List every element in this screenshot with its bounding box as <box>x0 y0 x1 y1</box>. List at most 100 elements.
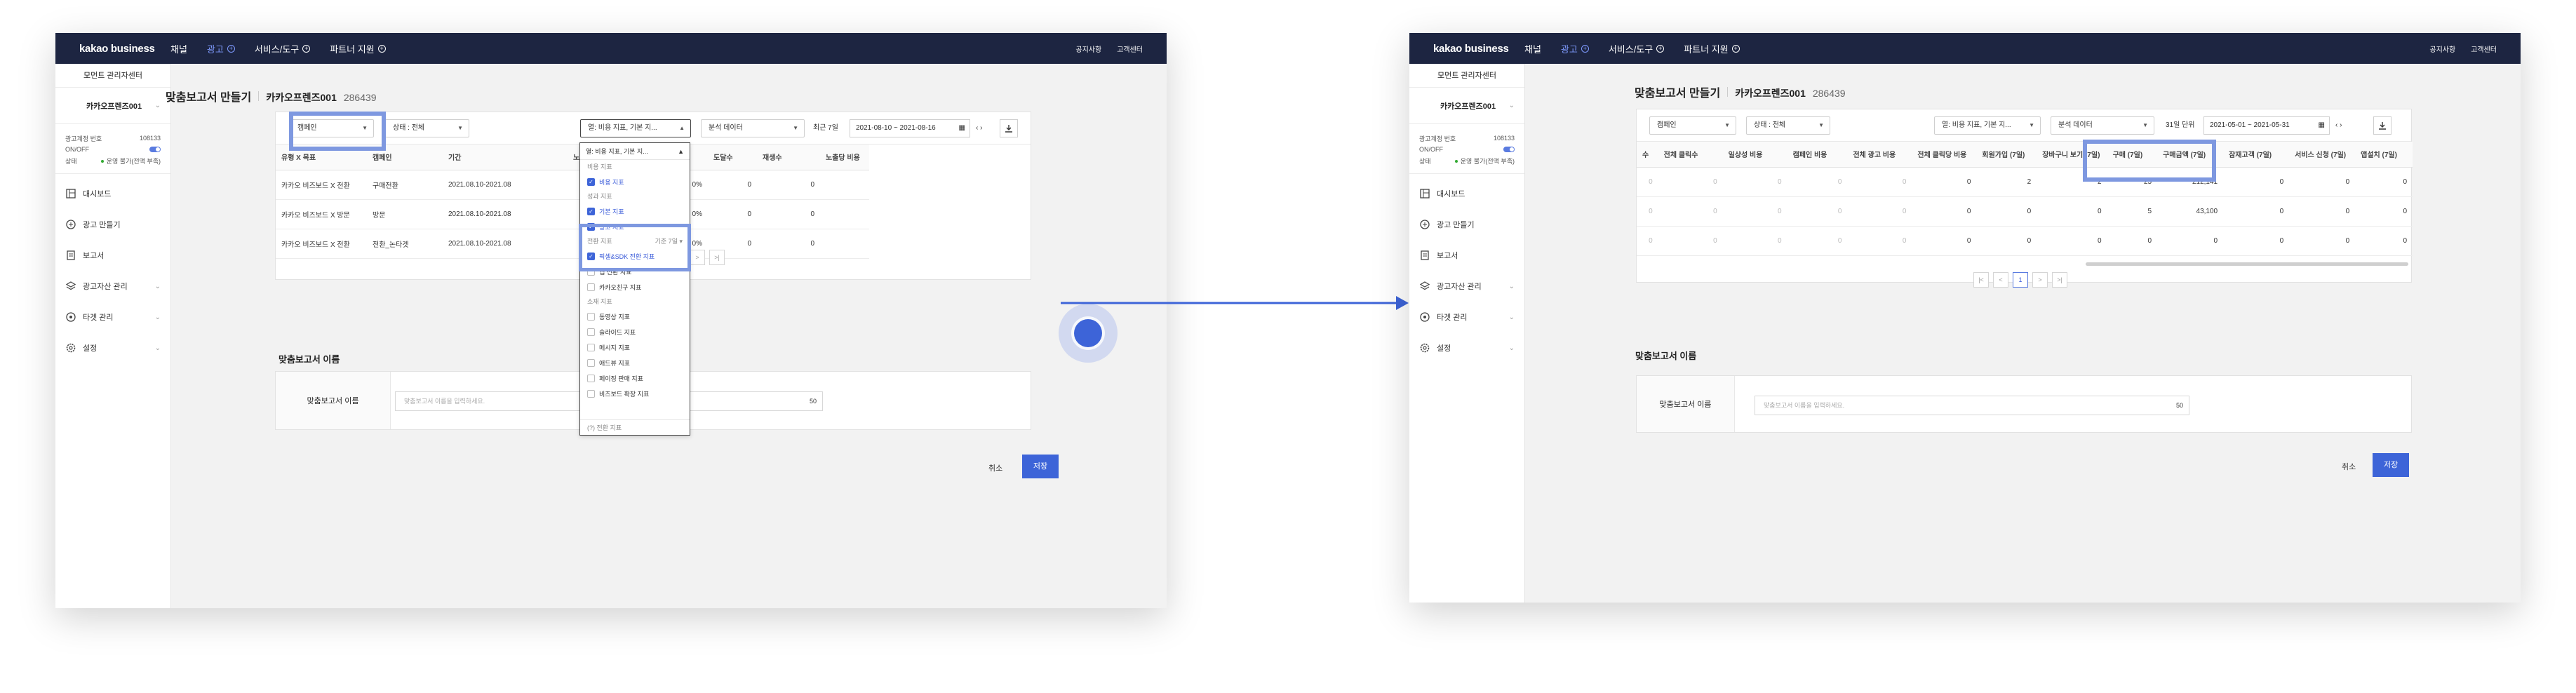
plus-icon: + <box>1581 44 1589 53</box>
column-header: 구매 (7일) <box>2107 142 2158 168</box>
column-header: 앱설치 (7일) <box>2355 142 2413 168</box>
table-cell: 0 <box>1637 167 1658 197</box>
screenshot-after: kakao business 채널 광고 + 서비스/도구 + 파트너 지원 + 공지… <box>1409 33 2521 603</box>
menu-dashboard[interactable]: 대시보드 <box>1409 178 1524 209</box>
account-info: 광고계정 번호 108133 ON/OFF 상태 운영 불가(전액 부족) <box>1409 124 1524 174</box>
table-cell: 0 <box>2289 196 2356 227</box>
table-cell: 0 <box>2037 226 2107 256</box>
calendar-icon: ▦ <box>2318 121 2325 129</box>
column-header: 잠재고객 (7일) <box>2223 142 2290 168</box>
table-cell: 0 <box>1637 226 1658 256</box>
menu-assets[interactable]: 광고자산 관리 ⌄ <box>1409 271 1524 302</box>
table-row[interactable]: 0 0 0 0 0 0 2 2 25 212,141 0 0 0 <box>1637 167 2413 197</box>
menu-create-ad[interactable]: 광고 만들기 <box>1409 209 1524 240</box>
table-cell: 0 <box>2289 226 2356 256</box>
table-cell: 0 <box>2157 226 2224 256</box>
report-name-input[interactable]: 맞춤보고서 이름을 입력하세요. 50 <box>1755 396 2189 415</box>
table-cell: 0 <box>1976 196 2037 227</box>
table-cell: 0 <box>1637 196 1658 227</box>
table-cell: 0 <box>1847 167 1912 197</box>
table-row[interactable]: 0000000000000 <box>1637 226 2413 256</box>
target-icon <box>1419 311 1430 323</box>
table-cell: 0 <box>1787 196 1848 227</box>
column-header: 회원가입 (7일) <box>1976 142 2037 168</box>
table-cell: 25 <box>2107 167 2158 197</box>
date-range-picker[interactable]: 2021-05-01 ~ 2021-05-31 ▦ <box>2203 116 2330 135</box>
download-button[interactable] <box>2373 116 2391 135</box>
chevron-down-icon: ⌄ <box>1508 282 1515 290</box>
table-cell: 0 <box>1787 167 1848 197</box>
account-selector[interactable]: 카카오프렌즈001 ⌄ <box>1409 88 1524 124</box>
layers-icon <box>1419 281 1430 292</box>
menu-target[interactable]: 타겟 관리 ⌄ <box>1409 302 1524 332</box>
cancel-button[interactable]: 취소 <box>2342 461 2356 472</box>
table-cell: 212,141 <box>2157 167 2224 197</box>
side-nav: 모먼트 관리자센터 카카오프렌즈001 ⌄ 광고계정 번호 108133 ON/OF… <box>1409 64 1525 603</box>
table-cell: 0 <box>1976 226 2037 256</box>
column-header: 일상성 비용 <box>1722 142 1787 168</box>
pager-prev[interactable]: < <box>1993 272 2008 288</box>
chevron-down-icon: ⌄ <box>1508 102 1515 109</box>
table-cell: 0 <box>1847 196 1912 227</box>
pager: |< < 1 > >| <box>1973 272 2067 288</box>
table-cell: 0 <box>1722 196 1787 227</box>
gnb-ads[interactable]: 광고 + <box>1561 42 1589 55</box>
column-header: 캠페인 비용 <box>1787 142 1848 168</box>
column-header: 수 <box>1637 142 1658 168</box>
date-prev-next[interactable]: ‹ › <box>2335 116 2342 135</box>
column-header: 서비스 신청 (7일) <box>2289 142 2356 168</box>
table-cell: 2 <box>1976 167 2037 197</box>
status-select[interactable]: 상태 : 전체 ▼ <box>1746 116 1830 135</box>
name-section-title: 맞춤보고서 이름 <box>1635 351 1697 361</box>
pager-next[interactable]: > <box>2032 272 2048 288</box>
horizontal-scrollbar[interactable] <box>2086 262 2408 266</box>
chevron-down-icon: ⌄ <box>1508 313 1515 321</box>
gnb-channel[interactable]: 채널 <box>1524 42 1541 55</box>
onoff-toggle[interactable] <box>1503 147 1515 152</box>
plus-icon: + <box>1656 44 1665 53</box>
dimension-select[interactable]: 분석 데이터 ▼ <box>2051 116 2154 135</box>
table-cell: 0 <box>1912 226 1977 256</box>
table-cell: 0 <box>1847 226 1912 256</box>
global-nav: kakao business 채널 광고 + 서비스/도구 + 파트너 지원 + 공지… <box>1409 33 2521 64</box>
table-cell: 0 <box>1912 196 1977 227</box>
menu-settings[interactable]: 설정 ⌄ <box>1409 332 1524 363</box>
table-cell: 0 <box>1787 226 1848 256</box>
table-row[interactable]: 0 0 0 0 0 0 0 0 5 43,100 0 0 0 <box>1637 196 2413 227</box>
help-center-link[interactable]: 고객센터 <box>2471 43 2497 54</box>
table-cell: 0 <box>2289 167 2356 197</box>
plus-circle-icon <box>1419 219 1430 230</box>
pager-current[interactable]: 1 <box>2013 272 2028 288</box>
kakao-business-logo[interactable]: kakao business <box>1433 43 1524 55</box>
status-dot-icon <box>1454 160 1458 163</box>
table-cell: 0 <box>2037 196 2107 227</box>
notice-link[interactable]: 공지사항 <box>2429 43 2455 54</box>
table-cell: 0 <box>1722 167 1787 197</box>
level-select[interactable]: 캠페인 ▼ <box>1649 116 1736 135</box>
download-icon <box>2379 122 2386 130</box>
table-cell: 0 <box>2223 167 2290 197</box>
column-header: 전체 클릭수 <box>1658 142 1723 168</box>
right-report-table: 수 전체 클릭수 일상성 비용 캠페인 비용 전체 광고 비용 전체 클릭당 비용 회원가입… <box>1637 142 2413 256</box>
table-cell: 0 <box>1912 167 1977 197</box>
gnb-partner[interactable]: 파트너 지원 + <box>1684 42 1740 55</box>
table-cell: 0 <box>2355 226 2413 256</box>
admin-center-title: 모먼트 관리자센터 <box>1409 64 1524 88</box>
gnb-services[interactable]: 서비스/도구 + <box>1609 42 1665 55</box>
metrics-select[interactable]: 열: 비용 지표, 기본 지... ▼ <box>1934 116 2041 135</box>
table-cell: 0 <box>1658 226 1723 256</box>
plus-icon: + <box>1731 44 1740 53</box>
column-header: 전체 클릭당 비용 <box>1912 142 1977 168</box>
dashboard-icon <box>1419 188 1430 199</box>
menu-report[interactable]: 보고서 <box>1409 240 1524 271</box>
report-table-box: 캠페인 ▼ 상태 : 전체 ▼ 열: 비용 지표, 기본 지... ▼ 분석 데이터 ▼… <box>1636 109 2413 288</box>
pager-last[interactable]: >| <box>2052 272 2067 288</box>
pager-first[interactable]: |< <box>1973 272 1989 288</box>
chevron-down-icon: ⌄ <box>1508 344 1515 352</box>
period-label: 31일 단위 <box>2166 121 2195 129</box>
table-cell: 0 <box>2223 196 2290 227</box>
filter-toolbar: 캠페인 ▼ 상태 : 전체 ▼ 열: 비용 지표, 기본 지... ▼ 분석 데이터 ▼… <box>1637 109 2411 142</box>
save-button[interactable]: 저장 <box>2373 453 2409 477</box>
column-header: 구매금액 (7일) <box>2157 142 2224 168</box>
table-cell: 0 <box>2223 226 2290 256</box>
